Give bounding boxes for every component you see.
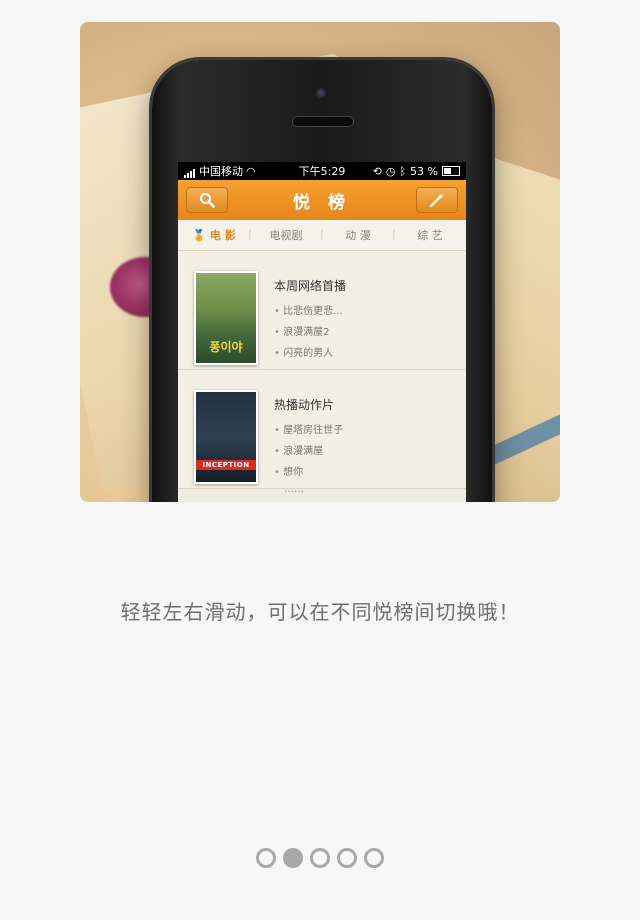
medal-icon: 🏅 <box>192 229 206 242</box>
page-dot[interactable] <box>256 848 276 868</box>
carrier-label: 中国移动 <box>199 165 243 178</box>
tab-movies[interactable]: 🏅 电 影 <box>178 227 250 243</box>
tab-label: 电视剧 <box>269 229 303 242</box>
tab-label: 动 漫 <box>345 229 371 242</box>
magic-wand-icon <box>429 193 444 208</box>
poster-caption: INCEPTION <box>196 460 256 470</box>
list-item[interactable]: 浪漫满屋 <box>274 442 343 457</box>
wifi-icon: ◠ <box>246 164 256 178</box>
list-item[interactable]: 屋塔房往世子 <box>274 421 343 436</box>
page-indicator <box>0 848 640 868</box>
hero-image: 中国移动 ◠ 下午5:29 ⟲ ◷ ᛒ 53 % 悦 榜 🏅 电 影 | 电视剧… <box>80 22 560 502</box>
list-item[interactable]: 比悲伤更悲... <box>274 302 346 317</box>
onboarding-caption: 轻轻左右滑动，可以在不同悦榜间切换哦！ <box>120 600 520 624</box>
tab-tv-series[interactable]: 电视剧 <box>248 227 322 243</box>
tab-variety[interactable]: 综 艺 <box>392 227 466 243</box>
search-icon <box>200 193 215 208</box>
tab-label: 综 艺 <box>417 229 443 242</box>
ranking-section[interactable]: 퐁이야 本周网络首播 比悲伤更悲... 浪漫满屋2 闪亮的男人 …… <box>178 251 466 376</box>
page-dot[interactable] <box>337 848 357 868</box>
phone-screen: 中国移动 ◠ 下午5:29 ⟲ ◷ ᛒ 53 % 悦 榜 🏅 电 影 | 电视剧… <box>178 162 466 502</box>
ranking-section[interactable]: INCEPTION 热播动作片 屋塔房往世子 浪漫满屋 想你 …… <box>178 370 466 495</box>
search-button[interactable] <box>186 187 228 213</box>
movie-poster[interactable]: 퐁이야 <box>194 271 258 365</box>
category-tabs: 🏅电 影 电视剧 动 漫 综 艺 <box>178 220 466 251</box>
bluetooth-icon: ᛒ <box>399 164 407 178</box>
list-item[interactable]: 浪漫满屋2 <box>274 323 346 338</box>
page-dot-active[interactable] <box>283 848 303 868</box>
movie-poster[interactable]: INCEPTION <box>194 390 258 484</box>
section-title: 本周网络首播 <box>274 279 347 293</box>
list-item[interactable]: 想你 <box>274 463 343 478</box>
rotation-lock-icon: ⟲ <box>372 164 382 178</box>
front-camera <box>316 88 328 100</box>
alarm-icon: ◷ <box>385 164 396 178</box>
page-dot[interactable] <box>364 848 384 868</box>
tab-anime[interactable]: 动 漫 <box>320 227 394 243</box>
more-indicator: …… <box>284 484 304 495</box>
earpiece-speaker <box>292 116 354 127</box>
poster-caption: 퐁이야 <box>209 340 243 354</box>
tab-label: 电 影 <box>209 229 236 242</box>
section-title: 热播动作片 <box>274 398 335 412</box>
app-header: 悦 榜 <box>178 180 466 220</box>
phone-mockup: 中国移动 ◠ 下午5:29 ⟲ ◷ ᛒ 53 % 悦 榜 🏅 电 影 | 电视剧… <box>152 60 492 502</box>
magic-button[interactable] <box>415 187 458 213</box>
status-bar: 中国移动 ◠ 下午5:29 ⟲ ◷ ᛒ 53 % <box>178 162 466 180</box>
battery-percent: 53 % <box>410 164 438 178</box>
page-dot[interactable] <box>310 848 330 868</box>
app-title: 悦 榜 <box>293 192 351 213</box>
status-time: 下午5:29 <box>298 165 346 178</box>
signal-icon <box>184 165 196 178</box>
battery-icon <box>442 166 460 176</box>
list-item[interactable]: 闪亮的男人 <box>274 344 346 359</box>
